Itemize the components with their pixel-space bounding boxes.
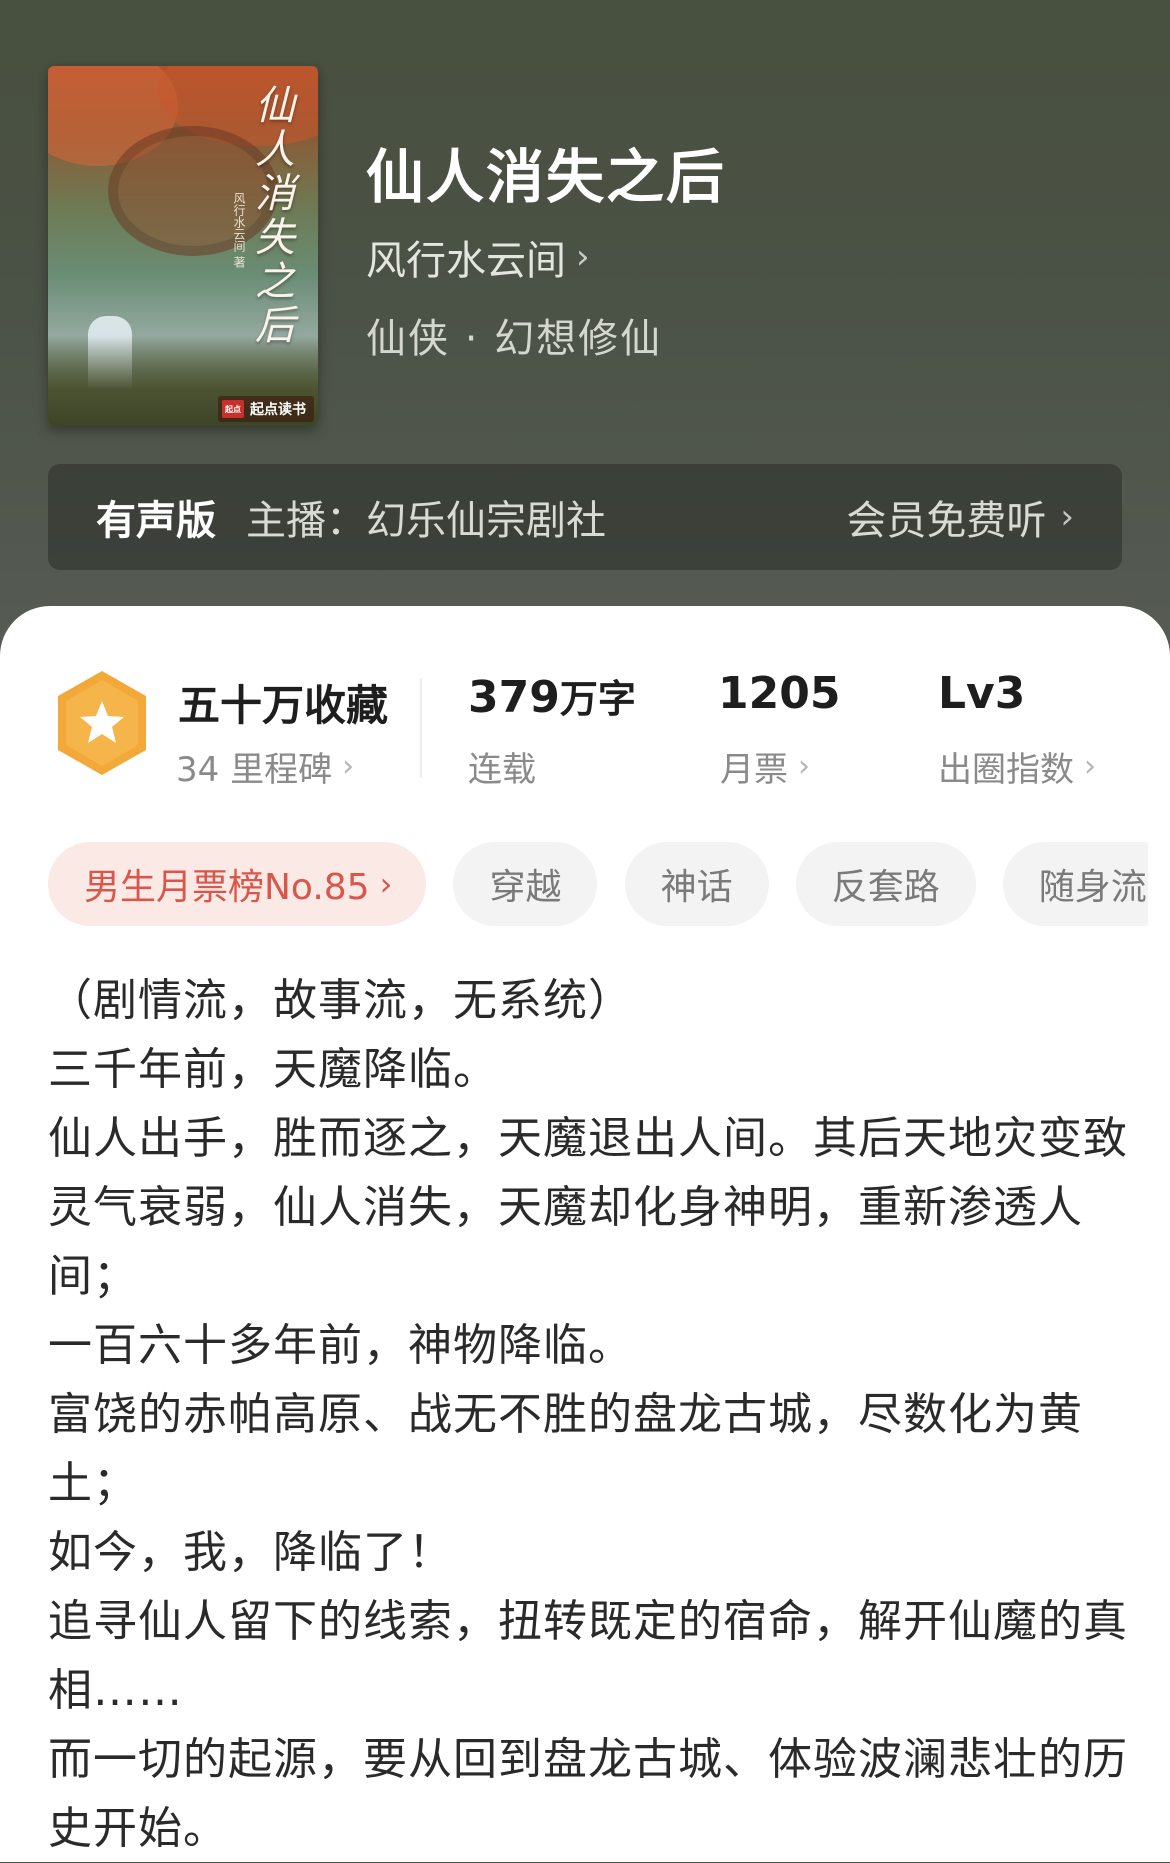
qidian-logo-icon: 起点: [222, 400, 244, 418]
milestones-link[interactable]: 34 里程碑 ›: [176, 742, 354, 791]
synopsis-paragraph: 仙人出手，胜而逐之，天魔退出人间。其后天地灾变致灵气衰弱，仙人消失，天魔却化身神…: [48, 1113, 1128, 1302]
word-count-unit: 万字: [559, 677, 636, 721]
synopsis-paragraph: 而一切的起源，要从回到盘龙古城、体验波澜悲壮的历史开始。: [48, 1734, 1128, 1854]
synopsis-paragraph: 一百六十多年前，神物降临。: [48, 1320, 633, 1371]
audio-version-bar[interactable]: 有声版 主播：幻乐仙宗剧社 会员免费听 ›: [48, 464, 1122, 570]
tag-chip[interactable]: 穿越: [453, 842, 598, 926]
tag-chip[interactable]: 反套路: [795, 842, 976, 926]
synopsis-paragraph: （剧情流，故事流，无系统）: [48, 975, 633, 1026]
chevron-right-icon: ›: [576, 237, 590, 277]
cover-brand-text: 起点读书: [250, 402, 306, 418]
synopsis-paragraph: 三千年前，天魔降临。: [48, 1044, 498, 1095]
synopsis[interactable]: （剧情流，故事流，无系统） 三千年前，天魔降临。 仙人出手，胜而逐之，天魔退出人…: [48, 966, 1128, 1863]
monthly-votes-label: 月票: [720, 750, 788, 790]
author-name: 风行水云间: [366, 238, 566, 284]
genre-label[interactable]: 仙侠 · 幻想修仙: [366, 306, 662, 364]
synopsis-paragraph: 富饶的赤帕高原、战无不胜的盘龙古城，尽数化为黄土；: [48, 1389, 1083, 1509]
monthly-votes-value: 1205: [718, 668, 841, 719]
chevron-right-icon: ›: [798, 749, 810, 784]
synopsis-paragraph: 如今，我，降临了！: [48, 1527, 453, 1578]
serial-status-label: 连载: [468, 750, 536, 790]
milestones-label: 34 里程碑: [176, 750, 333, 790]
ranking-tag-label: 男生月票榜No.85: [84, 867, 370, 908]
chevron-right-icon: ›: [1084, 749, 1096, 784]
stats-divider: [420, 678, 422, 778]
audio-version-label: 有声版: [96, 498, 216, 544]
tag-list: 男生月票榜No.85 › 穿越 神话 反套路 随身流: [48, 842, 1148, 928]
chevron-right-icon: ›: [1060, 497, 1074, 537]
word-count-value: 379: [468, 672, 560, 723]
audio-anchor: 主播：幻乐仙宗剧社: [246, 498, 606, 544]
cover-title: 仙人消失之后: [248, 84, 294, 348]
influence-index-link[interactable]: 出圈指数 ›: [938, 742, 1096, 791]
influence-index-label: 出圈指数: [938, 750, 1074, 790]
ranking-tag[interactable]: 男生月票榜No.85 ›: [48, 842, 427, 926]
free-listen-button[interactable]: 会员免费听 ›: [846, 488, 1074, 546]
cover-brand: 起点 起点读书: [218, 396, 314, 422]
detail-card: 五十万收藏 34 里程碑 › 379万字 连载 1205 月票 › Lv3 出圈…: [0, 606, 1170, 1862]
serial-status: 连载: [468, 742, 536, 791]
word-count: 379万字: [468, 668, 636, 723]
favorites-count: 五十万收藏: [178, 681, 389, 730]
cover-author: 风行水云间 著: [232, 192, 246, 268]
free-listen-label: 会员免费听: [846, 498, 1047, 544]
synopsis-paragraph: 追寻仙人留下的线索，扭转既定的宿命，解开仙魔的真相……: [48, 1596, 1128, 1716]
tag-chip[interactable]: 神话: [624, 842, 769, 926]
book-cover[interactable]: 仙人消失之后 风行水云间 著 起点 起点读书: [48, 66, 318, 426]
chevron-right-icon: ›: [342, 749, 355, 784]
tag-chip[interactable]: 随身流: [1002, 842, 1148, 926]
book-title: 仙人消失之后: [366, 143, 727, 211]
monthly-votes-link[interactable]: 月票 ›: [720, 742, 810, 791]
author-link[interactable]: 风行水云间 ›: [366, 228, 590, 286]
chevron-right-icon: ›: [379, 865, 393, 903]
star-hexagon-icon: [58, 671, 146, 775]
influence-level: Lv3: [938, 668, 1026, 719]
